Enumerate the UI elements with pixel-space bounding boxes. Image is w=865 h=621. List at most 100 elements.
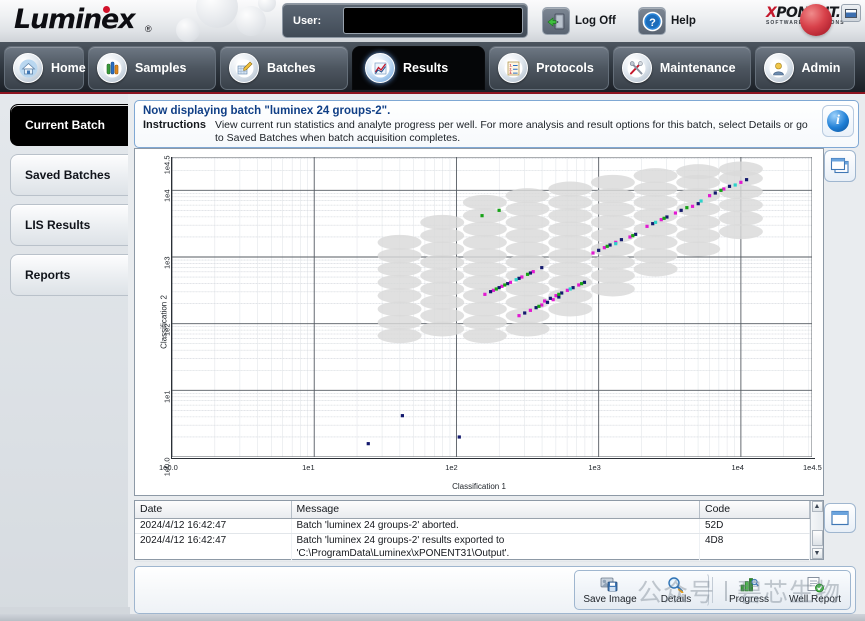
decorative-bubble <box>258 0 276 12</box>
user-input[interactable] <box>343 7 523 34</box>
column-header-date[interactable]: Date <box>135 501 292 519</box>
expand-table-icon[interactable] <box>824 503 856 533</box>
luminex-logo: Luminex <box>14 4 136 35</box>
tab-maintenance-label: Maintenance <box>659 61 736 75</box>
tab-maintenance[interactable]: Maintenance <box>612 46 751 90</box>
question-circle-icon: ? <box>638 7 666 35</box>
decorative-bubble <box>176 18 200 42</box>
scatter-chart-panel: Classification 2 Classification 1 1e0.0 1… <box>134 148 824 496</box>
well-report-button[interactable]: Well Report <box>782 573 848 607</box>
column-header-code[interactable]: Code <box>699 501 810 519</box>
person-gear-icon <box>763 53 794 83</box>
checklist-icon: 1. 2. 3. <box>498 53 529 83</box>
plot-area[interactable] <box>171 157 815 459</box>
sidebar-item-reports[interactable]: Reports <box>10 254 128 296</box>
sidebar-item-label: Reports <box>25 268 71 282</box>
sidebar-item-lis-results[interactable]: LIS Results <box>10 204 128 246</box>
scrollbar-thumb[interactable] <box>811 530 823 546</box>
left-sidebar: Current Batch Saved Batches LIS Results … <box>0 94 128 621</box>
user-label: User: <box>293 14 322 27</box>
y-tick-label: 1e3 <box>162 256 172 269</box>
xponent-orb-icon <box>800 4 832 36</box>
user-field-group: User: <box>282 3 528 38</box>
table-row[interactable]: 2024/4/12 16:42:47 Batch 'luminex 24 gro… <box>135 518 810 534</box>
tab-admin-label: Admin <box>801 61 841 75</box>
tab-admin[interactable]: Admin <box>754 46 856 90</box>
xponent-x: X <box>766 5 777 21</box>
y-tick-label: 1e0.0 <box>162 457 172 477</box>
log-table: Date Message Code 2024/4/12 16:42:47 Bat… <box>134 500 824 562</box>
sidebar-item-current-batch[interactable]: Current Batch <box>10 104 128 146</box>
tab-protocols-label: Protocols <box>536 61 594 75</box>
door-exit-icon <box>542 7 570 35</box>
table-header-row: Date Message Code <box>135 501 810 519</box>
column-header-message[interactable]: Message <box>291 501 700 519</box>
table-scrollbar[interactable]: ▲ ▼ <box>810 501 823 559</box>
details-button[interactable]: Details <box>643 573 709 607</box>
logo-registered-mark: ® <box>145 24 152 34</box>
x-tick-label: 1e4 <box>731 463 744 472</box>
tab-samples[interactable]: Samples <box>88 46 216 90</box>
main-tab-bar: Home Samples Batches Results 1. 2. 3. Pr… <box>0 42 865 94</box>
decorative-bubble <box>196 0 238 28</box>
well-report-icon <box>805 574 825 594</box>
x-tick-label: 1e4.5 <box>803 463 822 472</box>
instructions-panel: Now displaying batch "luminex 24 groups-… <box>134 100 859 148</box>
save-image-icon <box>600 574 620 594</box>
table-row[interactable]: 2024/4/12 16:42:47 Batch 'luminex 24 gro… <box>135 533 810 562</box>
tab-results-label: Results <box>403 61 449 75</box>
details-label: Details <box>660 594 692 605</box>
cascade-windows-icon[interactable] <box>824 150 856 182</box>
button-divider <box>712 577 713 603</box>
progress-chart-icon <box>739 574 759 594</box>
progress-label: Progress <box>728 594 769 605</box>
tab-home[interactable]: Home <box>4 46 86 90</box>
save-image-button[interactable]: Save Image <box>577 573 643 607</box>
sidebar-item-label: Current Batch <box>25 118 106 132</box>
y-tick-label: 1e1 <box>162 390 172 403</box>
help-button[interactable]: ? Help <box>638 6 696 36</box>
scroll-down-icon[interactable]: ▼ <box>811 548 823 559</box>
test-tubes-icon <box>97 53 127 83</box>
save-image-label: Save Image <box>583 594 637 605</box>
cell-code: 52D <box>699 518 810 534</box>
cell-date: 2024/4/12 16:42:47 <box>135 533 292 562</box>
logo-dot-icon <box>103 6 110 13</box>
minimize-window-icon[interactable] <box>841 4 861 22</box>
y-tick-label: 1e4 <box>162 189 172 202</box>
sidebar-item-label: Saved Batches <box>25 168 111 182</box>
x-tick-label: 1e1 <box>302 463 315 472</box>
y-tick-label: 1e4.5 <box>162 155 172 175</box>
tab-protocols[interactable]: 1. 2. 3. Protocols <box>489 46 609 90</box>
tab-home-label: Home <box>51 61 86 75</box>
instructions-label: Instructions <box>143 119 206 131</box>
x-tick-label: 1e0.0 <box>159 463 178 472</box>
tab-samples-label: Samples <box>135 61 187 75</box>
info-button[interactable]: i <box>822 105 854 137</box>
help-label: Help <box>671 15 696 27</box>
tools-icon <box>621 53 652 83</box>
cell-message: Batch 'luminex 24 groups-2' results expo… <box>291 533 700 562</box>
cell-code: 4D8 <box>699 533 810 562</box>
cell-date: 2024/4/12 16:42:47 <box>135 518 292 534</box>
log-off-button[interactable]: Log Off <box>542 6 616 36</box>
info-circle-icon: i <box>827 110 849 132</box>
sidebar-item-label: LIS Results <box>25 218 91 232</box>
tab-results[interactable]: Results <box>352 46 486 90</box>
batch-display-title: Now displaying batch "luminex 24 groups-… <box>143 105 391 117</box>
instructions-text: View current run statistics and analyte … <box>215 119 808 145</box>
log-off-label: Log Off <box>575 15 616 27</box>
sidebar-item-saved-batches[interactable]: Saved Batches <box>10 154 128 196</box>
x-axis-label: Classification 1 <box>452 482 506 491</box>
house-icon <box>13 53 43 83</box>
progress-button[interactable]: Progress <box>716 573 782 607</box>
y-tick-label: 1e2 <box>162 323 172 336</box>
tab-batches[interactable]: Batches <box>220 46 348 90</box>
window-bottom-strip <box>0 614 865 621</box>
action-button-group: Save Image Details Progress Well Report <box>574 570 851 610</box>
scroll-up-icon[interactable]: ▲ <box>811 501 823 512</box>
magnifier-icon <box>666 574 686 594</box>
x-tick-label: 1e2 <box>445 463 458 472</box>
app-header: Luminex ® User: Log Off ? Help X SOFTWAR… <box>0 0 865 42</box>
tab-batches-label: Batches <box>267 61 316 75</box>
